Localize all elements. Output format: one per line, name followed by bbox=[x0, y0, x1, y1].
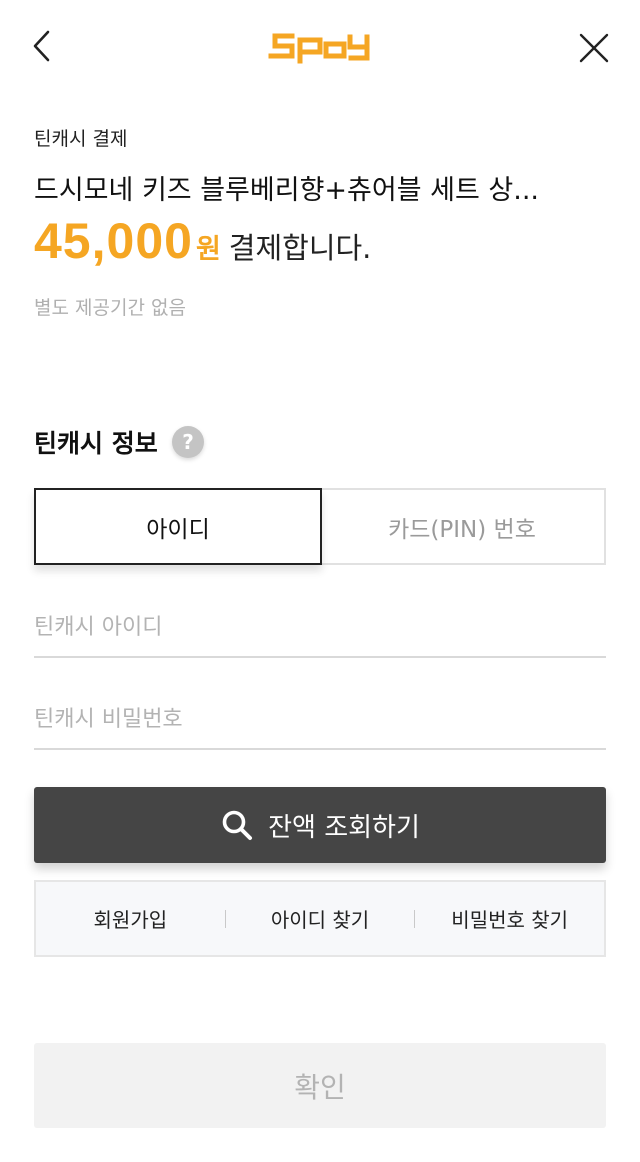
teencash-id-input[interactable] bbox=[34, 598, 606, 656]
price-unit: 원 bbox=[195, 234, 221, 265]
find-password-link[interactable]: 비밀번호 찾기 bbox=[415, 904, 604, 933]
close-button[interactable] bbox=[574, 28, 614, 68]
close-icon bbox=[579, 33, 609, 63]
tab-card-pin[interactable]: 카드(PIN) 번호 bbox=[320, 488, 606, 565]
spay-logo bbox=[268, 28, 372, 64]
signup-link[interactable]: 회원가입 bbox=[36, 904, 225, 933]
balance-query-label: 잔액 조회하기 bbox=[268, 812, 420, 843]
account-links: 회원가입 아이디 찾기 비밀번호 찾기 bbox=[34, 880, 606, 957]
price-amount: 45,000 bbox=[34, 213, 193, 269]
teencash-id-field bbox=[34, 598, 606, 658]
product-name: 드시모네 키즈 블루베리향+츄어블 세트 상... bbox=[34, 175, 539, 206]
section-title: 틴캐시 정보 bbox=[34, 429, 158, 458]
back-button[interactable] bbox=[26, 26, 60, 66]
teencash-password-input[interactable] bbox=[34, 690, 606, 748]
period-note: 별도 제공기간 없음 bbox=[34, 297, 186, 319]
teencash-password-field bbox=[34, 690, 606, 750]
price-suffix: 결제합니다. bbox=[228, 231, 372, 265]
confirm-button[interactable]: 확인 bbox=[34, 1043, 606, 1128]
balance-query-button[interactable]: 잔액 조회하기 bbox=[34, 787, 606, 863]
find-id-link[interactable]: 아이디 찾기 bbox=[226, 904, 415, 933]
search-icon bbox=[222, 810, 253, 840]
tab-id[interactable]: 아이디 bbox=[34, 488, 322, 565]
price-line: 45,000 원 결제합니다. bbox=[34, 212, 371, 272]
payment-kind-label: 틴캐시 결제 bbox=[34, 128, 128, 150]
help-icon[interactable]: ? bbox=[172, 426, 204, 458]
top-bar bbox=[0, 0, 640, 96]
chevron-left-icon bbox=[33, 30, 50, 62]
